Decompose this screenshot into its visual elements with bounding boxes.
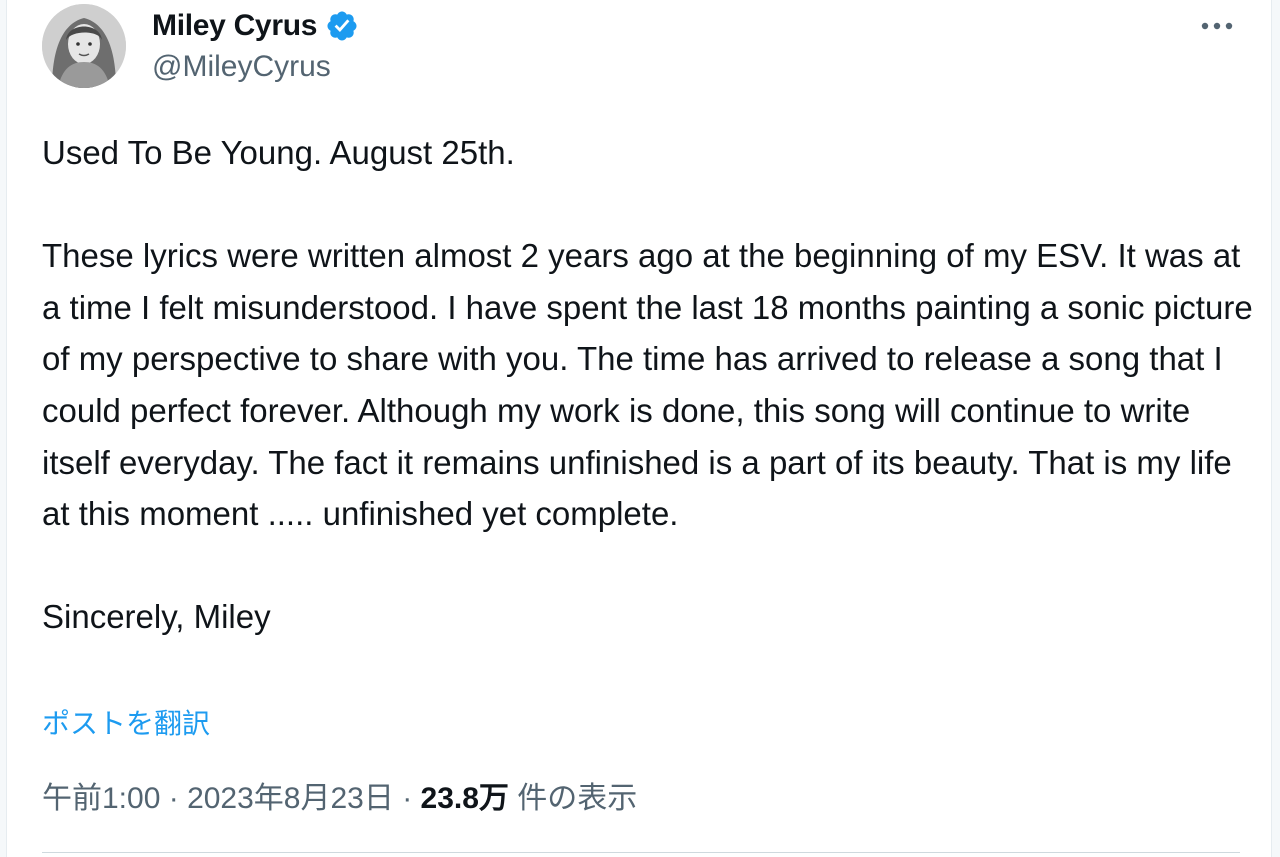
tweet-paragraph: These lyrics were written almost 2 years… (42, 237, 1253, 533)
tweet-date[interactable]: 2023年8月23日 (187, 773, 394, 817)
divider (42, 852, 1240, 853)
verified-badge-icon[interactable] (325, 9, 359, 43)
tweet-time[interactable]: 午前1:00 (42, 773, 160, 817)
avatar[interactable] (42, 4, 126, 88)
views-label[interactable]: 件の表示 (509, 773, 637, 817)
tweet-card: Miley Cyrus @MileyCyrus Used To Be Young… (6, 0, 1272, 857)
author-name-row: Miley Cyrus (152, 6, 359, 46)
tweet-line-title: Used To Be Young. August 25th. (42, 134, 515, 171)
author-handle[interactable]: @MileyCyrus (152, 50, 331, 84)
tweet-signoff: Sincerely, Miley (42, 598, 271, 636)
meta-separator: · (393, 782, 421, 815)
tweet-meta: 午前1:00 · 2023年8月23日 · 23.8万 件の表示 (42, 773, 637, 817)
more-options-icon[interactable] (1193, 8, 1241, 44)
tweet-text: Used To Be Young. August 25th. These lyr… (42, 127, 1257, 643)
author-display-name[interactable]: Miley Cyrus (152, 9, 317, 43)
views-count[interactable]: 23.8万 (421, 773, 509, 817)
meta-separator: · (160, 782, 188, 815)
translate-post-link[interactable]: ポストを翻訳 (42, 702, 210, 742)
